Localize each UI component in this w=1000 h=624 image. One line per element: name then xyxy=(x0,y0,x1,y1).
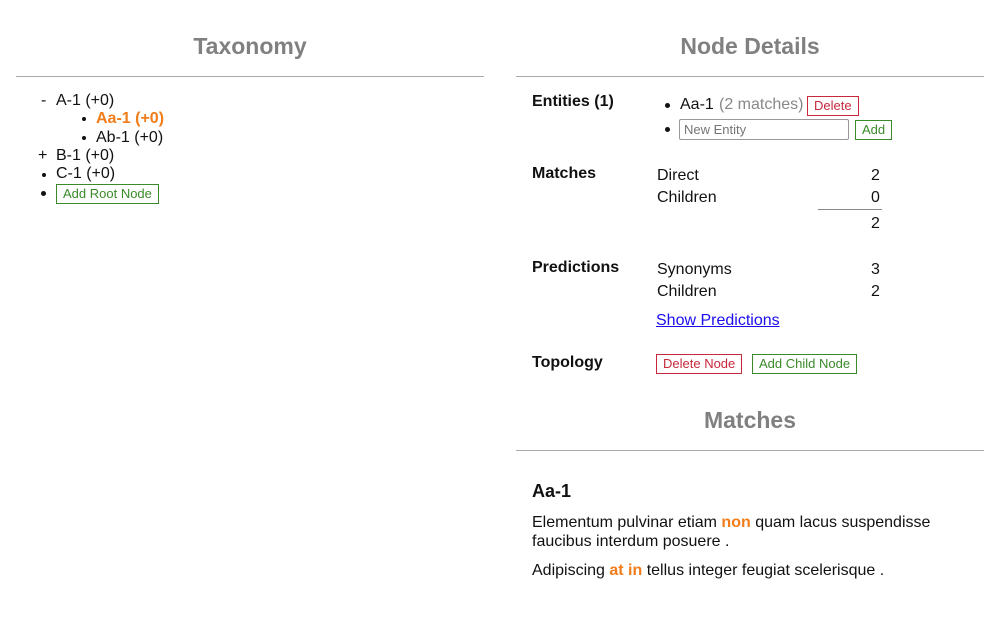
node-details-title: Node Details xyxy=(680,33,820,59)
direct-count: 2 xyxy=(871,167,880,184)
snippet-text: Adipiscing xyxy=(532,562,610,579)
tree-node-b-1[interactable]: B-1 (+0) xyxy=(56,147,114,165)
synonyms-count: 3 xyxy=(871,261,880,278)
match-snippet: Elementum pulvinar etiam non quam lacus … xyxy=(532,513,930,551)
taxonomy-title: Taxonomy xyxy=(193,33,307,59)
divider xyxy=(516,76,984,77)
delete-node-button[interactable]: Delete Node xyxy=(656,354,743,374)
match-highlight: non xyxy=(721,514,751,531)
match-highlight: at in xyxy=(609,562,643,579)
bullet-icon xyxy=(665,127,670,132)
divider xyxy=(16,76,484,77)
entity-match-count: (2 matches) xyxy=(719,96,804,113)
bullet-icon xyxy=(82,117,86,121)
pred-children-label: Children xyxy=(657,283,717,300)
bullet-icon xyxy=(665,103,670,108)
match-entity-heading: Aa-1 xyxy=(532,481,572,501)
topology-label: Topology xyxy=(532,354,603,371)
snippet-text: tellus integer feugiat scelerisque . xyxy=(642,562,885,579)
tree-node-aa-1[interactable]: Aa-1 (+0) xyxy=(96,110,164,128)
matches-title: Matches xyxy=(703,407,797,433)
synonyms-label: Synonyms xyxy=(657,261,732,278)
match-snippet: Adipiscing at in tellus integer feugiat … xyxy=(532,562,884,580)
tree-node-ab-1[interactable]: Ab-1 (+0) xyxy=(96,129,163,147)
pred-children-count: 2 xyxy=(871,283,880,300)
show-predictions-link[interactable]: Show Predictions xyxy=(656,312,780,330)
add-root-node-button[interactable]: Add Root Node xyxy=(56,184,159,204)
new-entity-input[interactable] xyxy=(679,119,849,140)
delete-entity-button[interactable]: Delete xyxy=(807,96,859,116)
total-count: 2 xyxy=(871,215,880,232)
tree-node-a-1[interactable]: A-1 (+0) xyxy=(56,92,114,110)
bullet-icon xyxy=(41,191,46,196)
add-child-node-button[interactable]: Add Child Node xyxy=(752,354,858,374)
tree-node-c-1[interactable]: C-1 (+0) xyxy=(56,165,115,183)
matches-label: Matches xyxy=(532,165,597,182)
snippet-text: faucibus interdum posuere . xyxy=(532,533,730,550)
children-count: 0 xyxy=(871,189,880,206)
snippet-text: quam lacus suspendisse xyxy=(750,514,931,531)
predictions-label: Predictions xyxy=(532,259,620,276)
entity-name: Aa-1 xyxy=(680,96,714,113)
direct-label: Direct xyxy=(657,167,699,184)
entities-label: Entities (1) xyxy=(532,93,614,110)
bullet-icon xyxy=(82,136,86,140)
expand-toggle[interactable]: + xyxy=(38,147,47,165)
collapse-toggle[interactable]: - xyxy=(41,92,46,110)
bullet-icon xyxy=(42,173,46,177)
add-entity-button[interactable]: Add xyxy=(855,120,893,140)
children-label: Children xyxy=(657,189,717,206)
sum-line xyxy=(818,209,882,210)
divider xyxy=(516,450,984,451)
snippet-text: Elementum pulvinar etiam xyxy=(532,514,722,531)
